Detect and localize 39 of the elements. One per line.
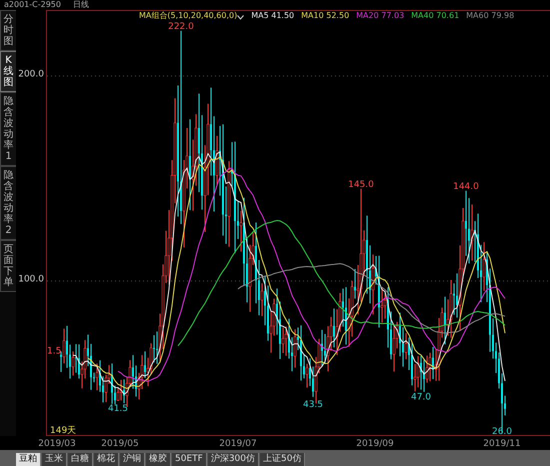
price-label: 47.0 — [410, 392, 432, 403]
symbol-tab[interactable]: 玉米 — [42, 453, 67, 466]
symbol-tab[interactable]: 上证50仿 — [260, 453, 306, 466]
symbol-tab[interactable]: 棉花 — [94, 453, 119, 466]
indicator-value: MA20 77.03 — [356, 11, 404, 21]
side-tab[interactable]: K线图 — [0, 51, 16, 92]
day-count: 149天 — [50, 426, 76, 436]
date-label: 2019/07 — [219, 438, 257, 451]
side-tab[interactable]: 隐含波动率2 — [0, 166, 16, 240]
side-tab[interactable]: 隐含波动率1 — [0, 92, 16, 166]
contract-code: a2001-C-2950 — [4, 0, 61, 10]
symbol-tab[interactable]: 白糖 — [68, 453, 93, 466]
indicator-value: MA5 41.50 — [251, 11, 294, 21]
axis-label: 100.0 — [18, 273, 44, 286]
caret-icon[interactable] — [237, 15, 244, 20]
symbol-tab[interactable]: 沪深300仿 — [208, 453, 260, 466]
symbol-tab[interactable]: 橡胶 — [146, 453, 171, 466]
price-label: 26.0 — [492, 427, 512, 437]
side-tab[interactable]: 分时图 — [0, 10, 16, 51]
indicator-value: MA60 79.98 — [466, 11, 514, 21]
axis-label: 200.0 — [18, 68, 44, 82]
symbol-tab[interactable]: 50ETF — [172, 453, 207, 466]
symbol-tab[interactable]: 豆粕 — [16, 453, 41, 466]
price-label: 1.5 — [47, 346, 62, 357]
indicator-selector[interactable]: MA组合(5,10,20,40,60,0) — [139, 11, 238, 21]
date-label: 2019/03 — [38, 438, 76, 451]
price-label: 41.5 — [108, 404, 128, 414]
price-label: 145.0 — [348, 180, 374, 190]
indicator-value: MA40 70.61 — [411, 11, 460, 21]
date-label: 2019/09 — [356, 438, 394, 451]
indicator-value: MA10 52.50 — [301, 11, 350, 21]
price-label: 43.5 — [302, 400, 324, 410]
date-label: 2019/05 — [101, 438, 139, 451]
symbol-tab[interactable]: 沪铜 — [120, 453, 145, 466]
side-tab[interactable]: 页面下单 — [0, 240, 16, 292]
price-label: 222.0 — [168, 22, 194, 32]
price-label: 144.0 — [453, 182, 479, 192]
date-label: 2019/11 — [483, 438, 521, 451]
period-selector[interactable]: 日线 — [72, 0, 89, 10]
